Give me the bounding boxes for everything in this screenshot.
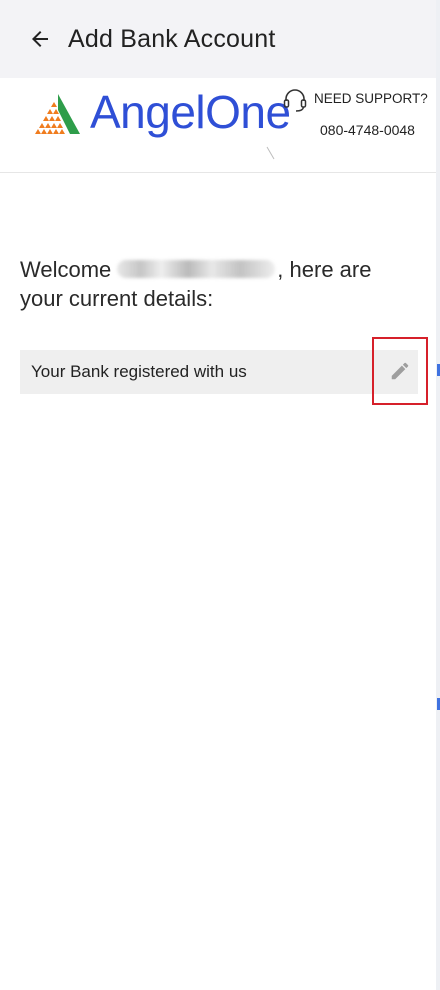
edit-bank-button[interactable] (372, 337, 428, 405)
registered-bank-row: Your Bank registered with us (20, 337, 428, 405)
welcome-prefix: Welcome (20, 257, 112, 282)
support-phone-number[interactable]: 080-4748-0048 (320, 122, 415, 138)
angelone-logo: AngelOne (34, 88, 291, 136)
angelone-logo-mark-icon (35, 94, 80, 134)
app-bar: Add Bank Account (0, 0, 436, 78)
right-edge-strip (436, 0, 440, 990)
need-support-label: NEED SUPPORT? (314, 91, 428, 106)
welcome-message: Welcome, here are your current details: (20, 255, 416, 313)
add-bank-account-screen: Add Bank Account AngelOne NEED SUPPORT? … (0, 0, 440, 990)
redacted-user-name (117, 259, 276, 278)
support-link[interactable]: NEED SUPPORT? 080-4748-0048 (282, 87, 428, 147)
headset-icon (283, 89, 307, 112)
brand-header: AngelOne NEED SUPPORT? 080-4748-0048 (0, 78, 436, 173)
logo-text: AngelOne (90, 86, 291, 138)
pencil-icon (391, 362, 409, 380)
page-title: Add Bank Account (68, 24, 276, 53)
back-button[interactable] (20, 19, 60, 59)
decorative-divider (266, 146, 275, 160)
arrow-left-icon (32, 31, 48, 47)
registered-bank-label: Your Bank registered with us (31, 362, 247, 381)
